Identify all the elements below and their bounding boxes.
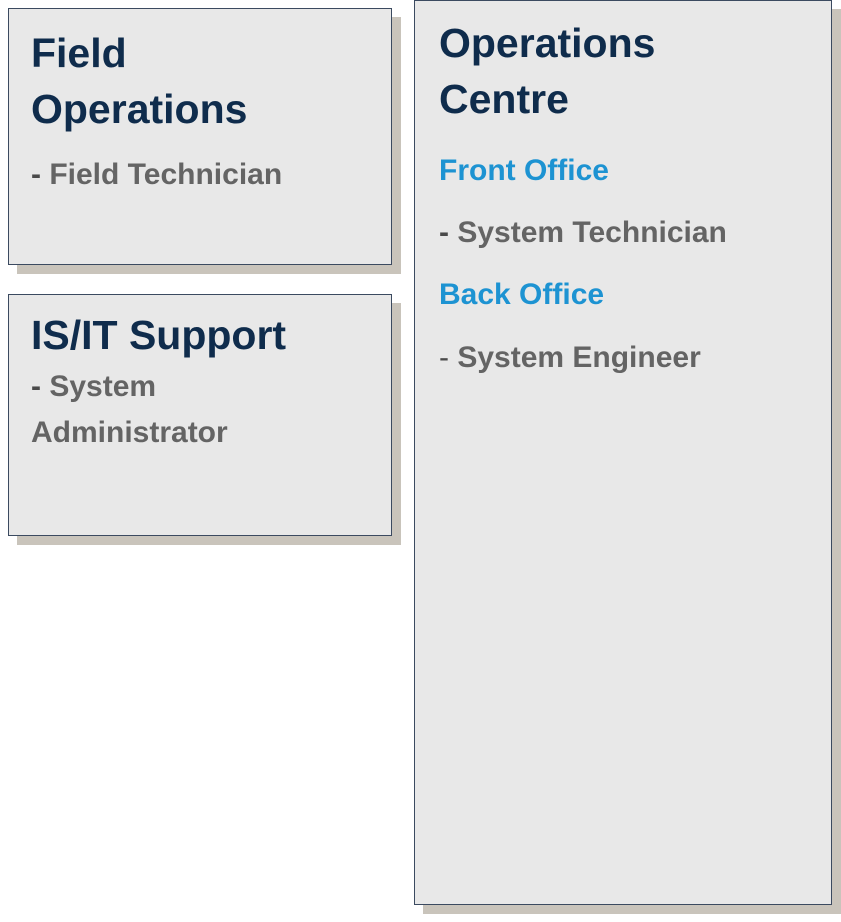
role-dash: - bbox=[439, 216, 449, 249]
role-label: System Technician bbox=[449, 216, 727, 249]
role-dash: - bbox=[31, 158, 41, 191]
back-office-label: Back Office bbox=[439, 278, 605, 311]
system-technician-role: - System Technician bbox=[439, 215, 727, 251]
role-label: Field Technician bbox=[41, 158, 283, 191]
role-label: System Engineer bbox=[449, 341, 701, 374]
role-dash: - bbox=[31, 370, 41, 403]
operations-centre-title-line2: Centre bbox=[439, 76, 569, 122]
is-it-support-box: IS/IT Support - System Administrator bbox=[8, 294, 392, 536]
is-it-support-title: IS/IT Support bbox=[31, 312, 287, 358]
system-administrator-role-line1: - System bbox=[31, 369, 156, 405]
operations-centre-title-line1: Operations bbox=[439, 20, 656, 66]
field-operations-title-line2: Operations bbox=[31, 86, 248, 132]
field-technician-role: - Field Technician bbox=[31, 157, 282, 193]
system-engineer-role: - System Engineer bbox=[439, 340, 701, 376]
operations-centre-box: Operations Centre Front Office - System … bbox=[414, 0, 832, 905]
system-administrator-role-line2: Administrator bbox=[31, 416, 228, 449]
front-office-label: Front Office bbox=[439, 154, 609, 187]
role-label: System bbox=[41, 370, 157, 403]
field-operations-title-line1: Field bbox=[31, 30, 127, 76]
field-operations-box: Field Operations - Field Technician bbox=[8, 8, 392, 265]
role-dash: - bbox=[439, 341, 449, 374]
